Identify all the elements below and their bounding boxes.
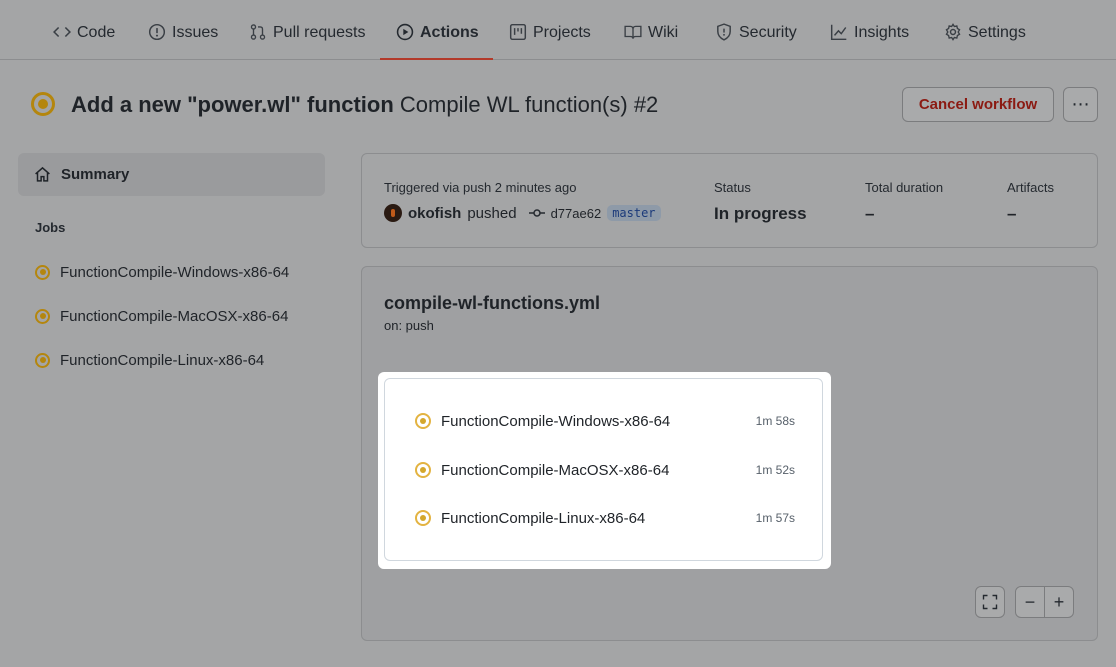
job-label: FunctionCompile-Linux-x86-64 (60, 351, 265, 369)
in-progress-icon (35, 352, 50, 368)
job-label: FunctionCompile-Windows-x86-64 (60, 263, 290, 281)
workflow-trigger: on: push (384, 318, 434, 333)
graph-job-windows[interactable]: FunctionCompile-Windows-x86-64 1m 58s (415, 410, 795, 432)
tab-settings[interactable]: Settings (944, 12, 1026, 60)
tab-label: Actions (420, 24, 479, 41)
jobs-group-highlight: FunctionCompile-Windows-x86-64 1m 58s Fu… (378, 372, 831, 569)
tab-label: Code (77, 24, 116, 41)
tab-security[interactable]: Security (715, 12, 797, 60)
artifacts-label: Artifacts (1007, 180, 1054, 195)
code-icon (53, 26, 71, 38)
job-label: FunctionCompile-MacOSX-x86-64 (441, 461, 670, 479)
graph-job-linux[interactable]: FunctionCompile-Linux-x86-64 1m 57s (415, 507, 795, 529)
push-action: pushed (467, 204, 517, 222)
in-progress-icon (35, 264, 50, 280)
tab-code[interactable]: Code (53, 12, 115, 60)
duration-value: – (865, 204, 875, 223)
jobs-group: FunctionCompile-Windows-x86-64 1m 58s Fu… (384, 378, 823, 561)
gear-icon (945, 23, 961, 41)
tab-label: Security (739, 24, 797, 41)
tab-label: Insights (854, 24, 910, 41)
in-progress-icon (35, 308, 50, 324)
summary-label: Summary (61, 166, 130, 183)
cancel-workflow-button[interactable]: Cancel workflow (902, 87, 1054, 122)
repo-nav: Code Issues Pull requests Actions Projec… (0, 0, 1116, 60)
shield-icon (717, 23, 731, 41)
page-title: Add a new "power.wl" function Compile WL… (71, 92, 658, 118)
sidebar-job-windows[interactable]: FunctionCompile-Windows-x86-64 (35, 261, 289, 283)
job-duration: 1m 52s (755, 463, 795, 477)
avatar[interactable] (384, 204, 402, 222)
zoom-in-button[interactable]: + (1044, 586, 1074, 618)
more-options-button[interactable]: ⋯ (1063, 87, 1098, 122)
in-progress-icon (415, 413, 431, 429)
commit-sha-link[interactable]: d77ae62 (551, 206, 602, 221)
user-link[interactable]: okofish (408, 205, 461, 222)
tab-label: Issues (172, 24, 219, 41)
zoom-out-button[interactable]: − (1015, 586, 1045, 618)
tab-projects[interactable]: Projects (509, 12, 591, 60)
workflow-run-name: Compile WL function(s) #2 (399, 92, 659, 117)
job-duration: 1m 58s (755, 414, 795, 428)
trigger-text: Triggered via push 2 minutes ago (384, 180, 577, 195)
pull-request-icon (250, 24, 266, 40)
duration-label: Total duration (865, 180, 944, 195)
run-status-in-progress-icon (31, 92, 55, 116)
run-summary-card: Triggered via push 2 minutes ago okofish… (361, 153, 1098, 248)
job-duration: 1m 57s (755, 511, 795, 525)
play-icon (396, 23, 414, 41)
jobs-heading: Jobs (35, 220, 66, 235)
sidebar-item-summary[interactable]: Summary (18, 153, 325, 196)
fullscreen-button[interactable] (975, 586, 1005, 618)
graph-job-macosx[interactable]: FunctionCompile-MacOSX-x86-64 1m 52s (415, 459, 795, 481)
branch-badge[interactable]: master (607, 205, 661, 221)
home-icon (35, 166, 50, 182)
status-value: In progress (714, 204, 807, 223)
tab-wiki[interactable]: Wiki (624, 12, 678, 60)
graph-icon (830, 24, 847, 41)
tab-label: Pull requests (273, 24, 366, 41)
artifacts-value: – (1007, 204, 1017, 223)
job-label: FunctionCompile-MacOSX-x86-64 (60, 307, 289, 325)
commit-message: Add a new "power.wl" function (71, 92, 394, 117)
job-label: FunctionCompile-Linux-x86-64 (441, 509, 646, 527)
tab-insights[interactable]: Insights (830, 12, 909, 60)
tab-actions[interactable]: Actions (380, 12, 493, 60)
in-progress-icon (415, 462, 431, 478)
status-label: Status (714, 180, 751, 195)
workflow-file-name: compile-wl-functions.yml (384, 293, 601, 313)
sidebar-job-macosx[interactable]: FunctionCompile-MacOSX-x86-64 (35, 305, 288, 327)
issue-icon (148, 23, 166, 41)
tab-pull-requests[interactable]: Pull requests (249, 12, 366, 60)
commit-icon (528, 209, 545, 217)
in-progress-icon (415, 510, 431, 526)
tab-label: Wiki (648, 24, 679, 41)
book-icon (624, 25, 642, 39)
fullscreen-icon (982, 594, 998, 610)
sidebar-job-linux[interactable]: FunctionCompile-Linux-x86-64 (35, 349, 264, 371)
tab-issues[interactable]: Issues (148, 12, 218, 60)
pusher-line: okofish pushed d77ae62 master (384, 204, 661, 222)
tab-label: Projects (533, 24, 591, 41)
project-icon (509, 23, 527, 41)
job-label: FunctionCompile-Windows-x86-64 (441, 412, 671, 430)
tab-label: Settings (968, 24, 1026, 41)
